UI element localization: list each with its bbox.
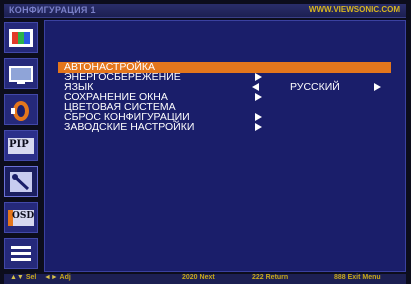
hint-select: ▲▼ Sel (10, 274, 37, 281)
config-panel: АВТОНАСТРОЙКА ЭНЕРГОСБЕРЕЖЕНИЕ ЯЗЫК РУСС… (44, 20, 406, 272)
hint-return: 222 Return (252, 274, 289, 281)
sidebar-item-tools[interactable] (4, 166, 38, 197)
arrow-left-icon[interactable] (252, 83, 259, 91)
title-bar: КОНФИГУРАЦИЯ 1 WWW.VIEWSONIC.COM (4, 4, 406, 18)
brand-url: WWW.VIEWSONIC.COM (308, 5, 400, 14)
list-icon (11, 246, 31, 261)
arrow-right-icon[interactable] (255, 113, 262, 121)
sidebar-item-picture[interactable] (4, 22, 38, 53)
menu-item-factory-reset[interactable]: ЗАВОДСКИЕ НАСТРОЙКИ (45, 122, 405, 133)
hint-next: 2020 Next (182, 274, 215, 281)
sidebar-item-pip[interactable]: PIP (4, 130, 38, 161)
sidebar-item-screen[interactable] (4, 58, 38, 89)
audio-icon (11, 101, 29, 121)
tools-icon (10, 172, 32, 192)
menu-item-label: ЗАВОДСКИЕ НАСТРОЙКИ (64, 121, 195, 133)
osd-screen: КОНФИГУРАЦИЯ 1 WWW.VIEWSONIC.COM PIP OSD… (0, 0, 411, 284)
arrow-right-icon[interactable] (255, 73, 262, 81)
footer-hints: ▲▼ Sel ◄► Adj 2020 Next 222 Return 888 E… (4, 274, 406, 284)
arrow-right-icon[interactable] (255, 93, 262, 101)
hint-adjust: ◄► Adj (44, 274, 71, 281)
arrow-right-icon[interactable] (255, 123, 262, 131)
picture-icon (9, 29, 33, 47)
osd-label: OSD (12, 211, 35, 221)
sidebar-item-audio[interactable] (4, 94, 38, 125)
arrow-right-icon[interactable] (374, 83, 381, 91)
sidebar-item-list[interactable] (4, 238, 38, 269)
sidebar: PIP OSD (4, 20, 40, 272)
sidebar-item-osd[interactable]: OSD (4, 202, 38, 233)
pip-label: PIP (9, 139, 29, 150)
screen-icon (9, 66, 33, 84)
hint-exit-menu: 888 Exit Menu (334, 274, 381, 281)
menu-title: КОНФИГУРАЦИЯ 1 (9, 5, 96, 15)
